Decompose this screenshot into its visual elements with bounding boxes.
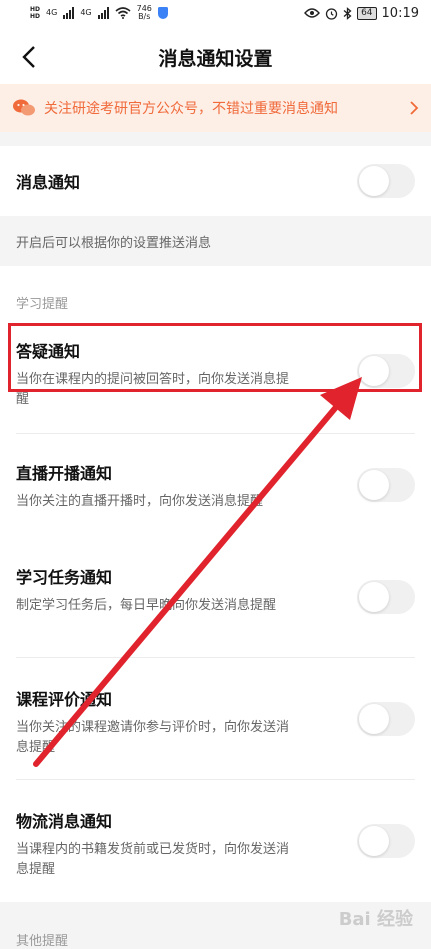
watermark: Bai 经验 [338,909,413,930]
annotation-arrow [33,377,362,767]
arrow-head [320,377,362,420]
arrow-shaft [33,397,345,767]
